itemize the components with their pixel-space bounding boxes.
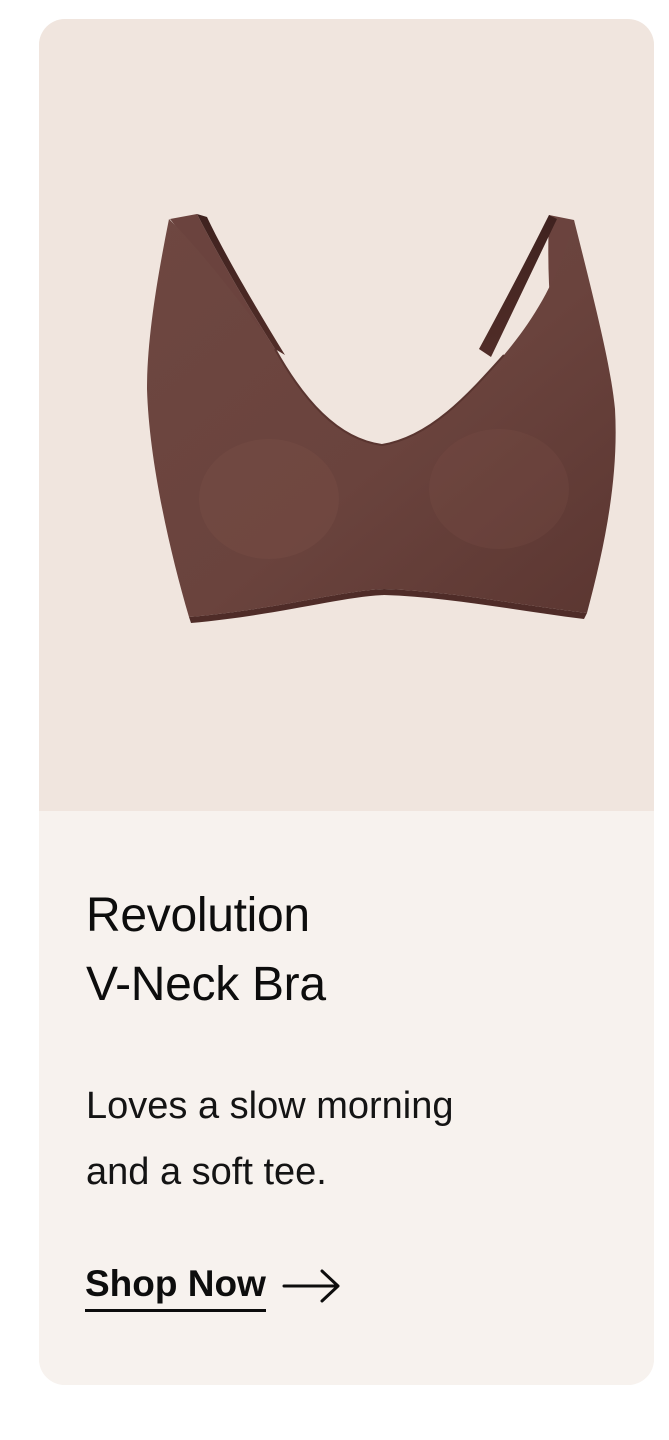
product-description-line-2: and a soft tee.	[86, 1151, 327, 1193]
shop-now-label: Shop Now	[85, 1259, 266, 1312]
bra-product-image	[147, 214, 616, 623]
product-image-area[interactable]	[39, 19, 654, 811]
product-title[interactable]: Revolution V-Neck Bra	[86, 881, 326, 1019]
shop-now-link[interactable]: Shop Now	[85, 1259, 342, 1312]
product-title-line-2: V-Neck Bra	[86, 958, 326, 1011]
product-description-line-1: Loves a slow morning	[86, 1085, 454, 1127]
product-card[interactable]: Revolution V-Neck Bra Loves a slow morni…	[39, 19, 654, 1385]
product-title-line-1: Revolution	[86, 889, 310, 942]
product-description: Loves a slow morning and a soft tee.	[86, 1073, 586, 1205]
product-info: Revolution V-Neck Bra Loves a slow morni…	[39, 811, 654, 1385]
arrow-right-icon	[282, 1269, 340, 1302]
